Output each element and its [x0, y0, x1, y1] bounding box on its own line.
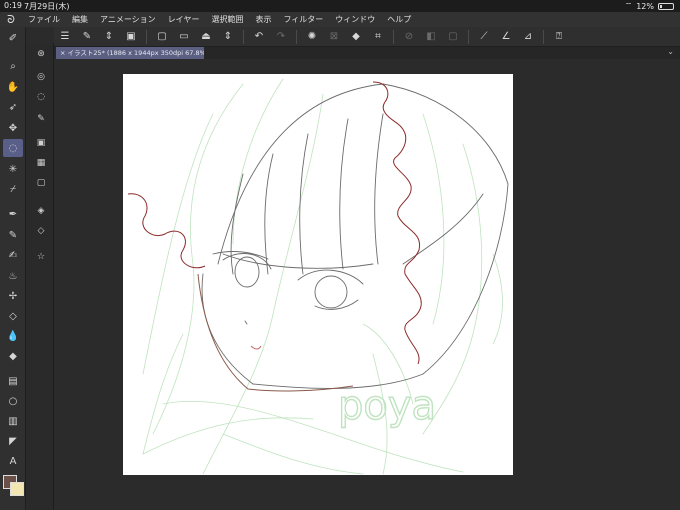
battery-icon — [658, 2, 674, 10]
airbrush-icon[interactable]: ♨ — [3, 267, 23, 285]
sub-tool-brush-icon[interactable]: ✎ — [32, 111, 50, 127]
wifi-icon: ⌔ — [624, 1, 633, 10]
invert-selection-icon[interactable]: ◧ — [422, 29, 440, 45]
redo-icon[interactable]: ↷ — [272, 29, 290, 45]
lasso-icon[interactable]: ◌ — [3, 139, 23, 157]
menu-animation[interactable]: アニメーション — [94, 14, 162, 25]
app-logo-icon[interactable]: ᘐ — [0, 13, 22, 27]
sub-tool-layer-icon[interactable]: ▣ — [32, 135, 50, 151]
toolbar-divider — [393, 29, 394, 44]
menu-filter[interactable]: フィルター — [277, 14, 329, 25]
hamburger-menu-icon[interactable]: ☰ — [56, 29, 74, 45]
eyedropper-icon[interactable]: ⌿ — [3, 180, 23, 198]
blend-icon[interactable]: 💧 — [3, 327, 23, 345]
sub-tool-grid-icon[interactable]: ▦ — [32, 155, 50, 171]
gradient-icon[interactable]: ▤ — [3, 372, 23, 390]
toolbar-divider — [543, 29, 544, 44]
toolbar-divider — [296, 29, 297, 44]
menu-file[interactable]: ファイル — [22, 14, 66, 25]
figure-icon[interactable]: ○ — [3, 392, 23, 410]
drawing-canvas[interactable]: poya — [123, 74, 513, 475]
text-icon[interactable]: A — [3, 452, 23, 470]
move-layer-icon[interactable]: ✥ — [3, 119, 23, 137]
menu-layer[interactable]: レイヤー — [162, 14, 206, 25]
command-bar: ☰ ✎ ⇕ ▣ ▢ ▭ ⏏ ⇕ ↶ ↷ ✺ ⊠ ◆ ⌗ ⊘ ◧ ▢ ⟋ ∠ ⊿ … — [54, 27, 680, 47]
sub-color-swatch[interactable] — [10, 482, 24, 496]
eraser-icon[interactable]: ◇ — [3, 307, 23, 325]
sub-tool-bar: ⊛ ◎ ◌ ✎ ▣ ▦ ▢ ◈ ◇ ☆ — [27, 43, 54, 510]
sub-tool-lasso-2-icon[interactable]: ◌ — [32, 89, 50, 105]
pencil-icon[interactable]: ✎ — [3, 226, 23, 244]
menu-window[interactable]: ウィンドウ — [329, 14, 381, 25]
fill-bucket-icon[interactable]: ◆ — [3, 347, 23, 365]
rough-sketch-lines — [142, 78, 503, 475]
fill-icon[interactable]: ◆ — [347, 29, 365, 45]
hand-icon[interactable]: ✋ — [3, 78, 23, 96]
undo-icon[interactable]: ↶ — [250, 29, 268, 45]
favorites-icon[interactable]: ☆ — [32, 249, 50, 265]
brush-settings-icon[interactable]: ✎ — [78, 29, 96, 45]
save-icon[interactable]: ⏏ — [197, 29, 215, 45]
decoration-icon[interactable]: ✢ — [3, 287, 23, 305]
selection-border-icon[interactable]: ▢ — [444, 29, 462, 45]
perspective-ruler-icon[interactable]: ∠ — [497, 29, 515, 45]
workspace: poya — [54, 59, 680, 510]
status-date: 7月29日(木) — [24, 2, 70, 11]
sub-tool-lasso-icon[interactable]: ◎ — [32, 69, 50, 85]
zoom-icon[interactable]: ⌕ — [3, 57, 23, 75]
menu-view[interactable]: 表示 — [249, 14, 277, 25]
canvas-tab-title: イラスト25* (1886 x 1944px 350dpi 67.8%) — [67, 49, 204, 57]
frame-border-icon[interactable]: ▥ — [3, 412, 23, 430]
layers-icon[interactable]: ◈ — [32, 203, 50, 219]
toolbar-divider — [146, 29, 147, 44]
toolbar-divider — [468, 29, 469, 44]
balloon-icon[interactable]: ◤ — [3, 432, 23, 450]
stepper-icon-2[interactable]: ⇕ — [219, 29, 237, 45]
search-icon[interactable]: ⊛ — [32, 46, 50, 62]
menu-edit[interactable]: 編集 — [66, 14, 94, 25]
close-icon[interactable]: × — [60, 49, 65, 57]
pen-pressure-icon[interactable]: ✐ — [3, 29, 23, 47]
new-file-icon[interactable]: ▢ — [153, 29, 171, 45]
status-time: 0:19 — [4, 1, 22, 10]
headband-ruffle-right — [372, 81, 422, 365]
tool-bar: ✐ ⌕ ✋ ➶ ✥ ◌ ✳ ⌿ ✒ ✎ ✍ ♨ ✢ ◇ 💧 ◆ ▤ ○ ▥ ◤ … — [0, 27, 26, 510]
lineart-strokes — [201, 83, 509, 389]
layers-2-icon[interactable]: ◇ — [32, 223, 50, 239]
headband-ruffle-left — [127, 193, 206, 269]
ruler-icon[interactable]: ⟋ — [475, 29, 493, 45]
help-icon[interactable]: ⍰ — [550, 29, 568, 45]
open-folder-icon[interactable]: ▭ — [175, 29, 193, 45]
menu-bar: ᘐ ファイル 編集 アニメーション レイヤー 選択範囲 表示 フィルター ウィン… — [0, 12, 680, 27]
operation-icon[interactable]: ➶ — [3, 98, 23, 116]
loading-icon[interactable]: ✺ — [303, 29, 321, 45]
clear-icon[interactable]: ⊠ — [325, 29, 343, 45]
menu-help[interactable]: ヘルプ — [381, 14, 417, 25]
canvas-tab-bar: × イラスト25* (1886 x 1944px 350dpi 67.8%) ⌄ — [54, 47, 680, 59]
canvas-tab[interactable]: × イラスト25* (1886 x 1944px 350dpi 67.8%) — [56, 47, 204, 59]
chevron-down-icon[interactable]: ⌄ — [667, 47, 674, 56]
face-outline-stroke — [197, 273, 354, 392]
crop-icon[interactable]: ⌗ — [369, 29, 387, 45]
deselect-icon[interactable]: ⊘ — [400, 29, 418, 45]
image-icon[interactable]: ▣ — [122, 29, 140, 45]
canvas-signature-text: poya — [338, 383, 436, 429]
menu-selection[interactable]: 選択範囲 — [205, 14, 249, 25]
ruler-snap-icon[interactable]: ⊿ — [519, 29, 537, 45]
brush-icon[interactable]: ✍ — [3, 246, 23, 264]
status-battery-text: 12% — [636, 1, 654, 11]
magic-wand-icon[interactable]: ✳ — [3, 160, 23, 178]
status-right: ⌔ 12% — [625, 1, 674, 11]
toolbar-divider — [243, 29, 244, 44]
mouth-stroke — [250, 345, 262, 350]
status-bar: 0:19 7月29日(木) ⌔ 12% — [0, 0, 680, 12]
sketch-artwork: poya — [127, 78, 509, 475]
pen-icon[interactable]: ✒ — [3, 205, 23, 223]
stepper-icon[interactable]: ⇕ — [100, 29, 118, 45]
sub-tool-frame-icon[interactable]: ▢ — [32, 175, 50, 191]
